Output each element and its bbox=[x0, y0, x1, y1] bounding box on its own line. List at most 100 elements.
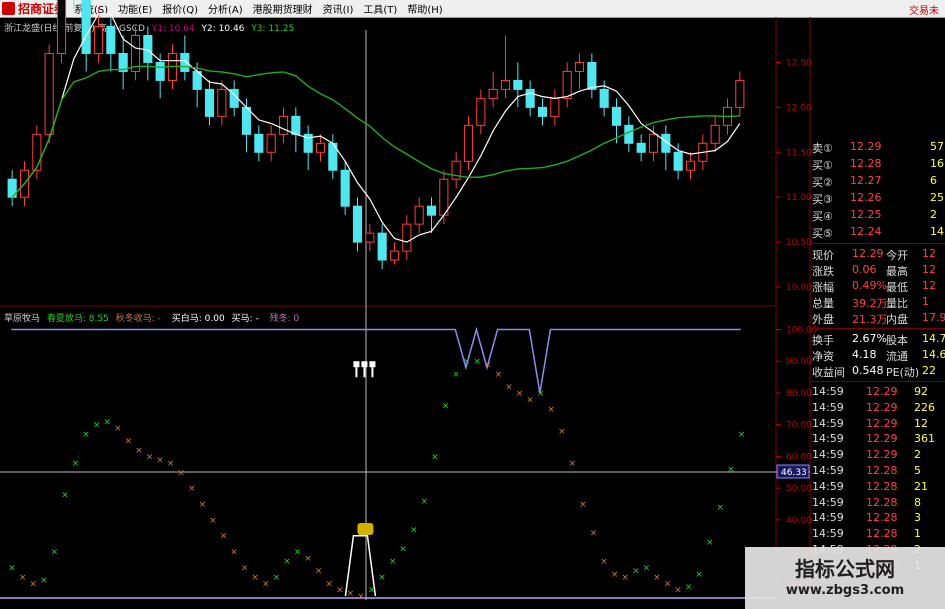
oscillator-point: × bbox=[410, 525, 418, 535]
stat-row: 现价 12.29 今开 12 bbox=[810, 247, 945, 262]
stat-label: 现价 bbox=[812, 249, 834, 262]
tick-time: 14:59 bbox=[812, 400, 844, 414]
price-tick-label: 12.00 bbox=[786, 103, 812, 113]
stat-value-2: 22 bbox=[922, 364, 936, 377]
watermark-title: 指标公式网 bbox=[795, 557, 895, 581]
candle-body bbox=[735, 79, 745, 108]
oscillator-point: × bbox=[220, 532, 228, 542]
oscillator-point: × bbox=[230, 548, 238, 558]
order-label: 卖① bbox=[812, 142, 833, 155]
signal-block bbox=[369, 361, 376, 368]
stat-value: 0.06 bbox=[852, 263, 877, 276]
candle-body bbox=[340, 169, 350, 207]
tick-row: 14:59 12.29 361 bbox=[810, 432, 945, 447]
oscillator-point: × bbox=[156, 456, 164, 466]
candle-body bbox=[439, 178, 449, 216]
oscillator-point: × bbox=[505, 383, 513, 393]
candle-body bbox=[254, 133, 264, 153]
order-volume: 6 bbox=[930, 174, 937, 187]
tick-time: 14:59 bbox=[812, 385, 844, 398]
stat-row: 收益间 0.548 PE(动) 22 bbox=[810, 364, 945, 379]
candle-body bbox=[241, 106, 252, 135]
sell-signal-icon bbox=[353, 361, 376, 378]
oscillator-point: × bbox=[727, 465, 735, 475]
stat-value: 0.548 bbox=[852, 364, 884, 377]
tick-row: 14:59 12.28 21 bbox=[810, 480, 945, 495]
oscillator-point: × bbox=[547, 405, 555, 415]
osc-tick-label: 40.00 bbox=[786, 516, 812, 526]
oscillator-point: × bbox=[368, 586, 376, 596]
stock-chart[interactable]: 14.45 ××××××××××××××××××××××××××××××××××… bbox=[0, 0, 945, 609]
order-row: 买④ 12.25 2 bbox=[810, 208, 945, 223]
order-label: 买① bbox=[812, 159, 833, 172]
oscillator-point: × bbox=[600, 557, 608, 567]
oscillator-point: × bbox=[40, 576, 48, 586]
order-price: 12.25 bbox=[850, 208, 882, 221]
oscillator-point: × bbox=[621, 573, 629, 583]
candle-body bbox=[673, 151, 683, 171]
candle-body bbox=[155, 61, 165, 81]
oscillator-point: × bbox=[378, 573, 386, 583]
tick-volume: 92 bbox=[914, 385, 928, 398]
oscillator-point: × bbox=[325, 579, 333, 589]
oscillator-point: × bbox=[516, 389, 524, 399]
candle-body bbox=[550, 97, 560, 117]
tick-volume: 3 bbox=[914, 511, 921, 525]
tick-row: 14:59 12.28 8 bbox=[810, 496, 945, 511]
oscillator-point: × bbox=[632, 567, 640, 577]
stat-label-2: 量比 bbox=[886, 297, 908, 310]
oscillator-point: × bbox=[558, 427, 566, 437]
oscillator-point: × bbox=[273, 573, 281, 583]
price-tick-label: 10.50 bbox=[786, 238, 812, 248]
oscillator-point: × bbox=[125, 437, 133, 447]
tick-row: 14:59 12.29 2 bbox=[810, 448, 945, 463]
tick-row: 14:59 12.28 1 bbox=[810, 527, 945, 542]
oscillator-point: × bbox=[495, 370, 503, 380]
signal-block bbox=[353, 361, 360, 368]
stat-label-2: 最低 bbox=[886, 281, 908, 294]
stat-row: 外盘 21.3万 内盘 17.9 bbox=[810, 311, 945, 326]
order-row: 买② 12.27 6 bbox=[810, 174, 945, 189]
order-volume: 16 bbox=[930, 157, 944, 170]
candle-body bbox=[44, 52, 54, 135]
candle-body bbox=[106, 26, 116, 54]
oscillator-point: × bbox=[19, 573, 27, 583]
candle-body bbox=[685, 160, 696, 171]
stat-label-2: 股本 bbox=[886, 334, 908, 347]
order-label: 买④ bbox=[812, 210, 833, 223]
candle-body bbox=[488, 88, 498, 99]
tick-time: 14:59 bbox=[812, 495, 844, 509]
oscillator-point: × bbox=[357, 592, 365, 602]
stat-value-2: 12 bbox=[922, 247, 936, 260]
oscillator-point: × bbox=[51, 548, 59, 558]
candle-body bbox=[476, 97, 486, 126]
candle-body bbox=[377, 232, 387, 261]
price-tick-label: 11.00 bbox=[786, 193, 812, 203]
tick-time: 14:59 bbox=[812, 464, 844, 477]
money-bag-shape bbox=[357, 523, 374, 536]
candle-body bbox=[93, 26, 104, 54]
order-row: 买① 12.28 16 bbox=[810, 157, 945, 172]
ma-long-line bbox=[11, 65, 740, 198]
tick-price: 12.28 bbox=[866, 464, 898, 477]
order-row: 卖① 12.29 57 bbox=[810, 140, 945, 155]
oscillator-point: × bbox=[685, 582, 693, 592]
oscillator-point: × bbox=[452, 370, 460, 380]
stat-value: 4.18 bbox=[852, 348, 877, 361]
stat-value-2: 14.7 bbox=[922, 332, 945, 345]
candle-body bbox=[414, 205, 424, 225]
oscillator-point: × bbox=[294, 548, 302, 558]
oscillator-point: × bbox=[177, 468, 185, 478]
stat-label: 净资 bbox=[812, 350, 834, 363]
candle-body bbox=[710, 124, 720, 144]
stat-value: 21.3万 bbox=[852, 313, 888, 326]
candle-body bbox=[611, 106, 622, 126]
order-volume: 57 bbox=[930, 140, 944, 153]
candle-body bbox=[278, 115, 289, 135]
candle-body bbox=[291, 115, 301, 135]
tick-time: 14:59 bbox=[812, 432, 844, 446]
candle-body bbox=[500, 79, 511, 90]
oscillator-point: × bbox=[473, 357, 481, 367]
oscillator-point: × bbox=[209, 516, 217, 526]
oscillator-point: × bbox=[442, 402, 450, 412]
